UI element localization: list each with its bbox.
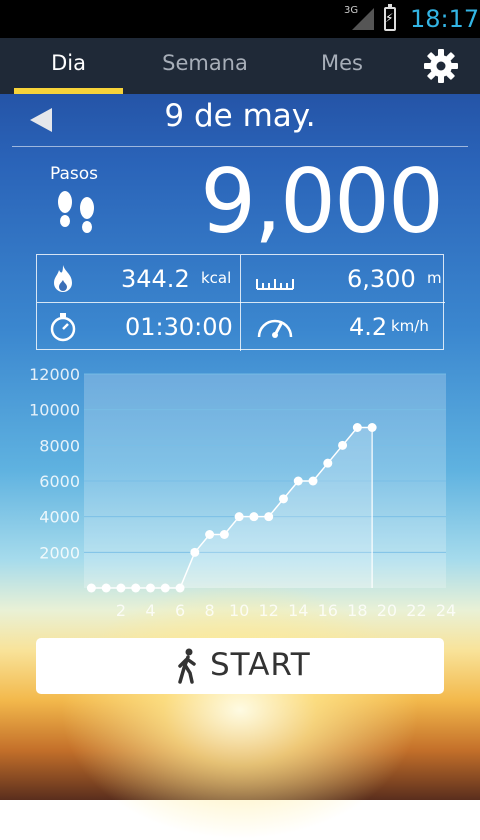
- data-point: [116, 583, 126, 593]
- data-point: [278, 494, 288, 504]
- x-tick-label: 4: [145, 601, 155, 620]
- speed-value: 4.2: [349, 313, 388, 341]
- data-point: [323, 458, 333, 468]
- distance-value: 6,300: [347, 265, 416, 293]
- y-tick-label: 2000: [39, 543, 80, 562]
- x-tick-label: 12: [259, 601, 279, 620]
- calories-cell: 344.2 kcal: [37, 255, 241, 303]
- data-point: [160, 583, 170, 593]
- date-navigator: 9 de may.: [12, 94, 468, 147]
- speed-unit: km/h: [391, 317, 429, 335]
- x-tick-label: 18: [347, 601, 367, 620]
- settings-gear-icon[interactable]: [420, 45, 462, 87]
- calories-unit: kcal: [201, 269, 232, 287]
- data-point: [101, 583, 111, 593]
- distance-unit: m: [427, 269, 442, 287]
- start-button[interactable]: START: [36, 638, 444, 694]
- x-tick-label: 24: [436, 601, 456, 620]
- tab-dia[interactable]: Dia: [14, 38, 123, 94]
- speedometer-icon: [257, 319, 293, 338]
- y-tick-label: 12000: [29, 365, 80, 384]
- data-point: [145, 583, 155, 593]
- data-point: [249, 512, 259, 522]
- battery-icon: ⚡: [384, 4, 396, 31]
- data-point: [338, 440, 348, 450]
- footprints-icon: [58, 191, 94, 233]
- tab-label: Mes: [321, 51, 363, 75]
- tab-label: Semana: [162, 51, 248, 75]
- data-point: [175, 583, 185, 593]
- data-point: [293, 476, 303, 486]
- stopwatch-icon: [50, 313, 76, 342]
- calories-value: 344.2: [121, 265, 190, 293]
- signal-icon: [352, 8, 374, 30]
- flame-icon: [54, 265, 72, 292]
- data-point: [190, 547, 200, 557]
- x-tick-label: 22: [406, 601, 426, 620]
- steps-count: 9,000: [200, 150, 444, 253]
- distance-cell: 6,300 m: [241, 255, 445, 303]
- tab-semana[interactable]: Semana: [140, 38, 270, 94]
- x-tick-label: 6: [175, 601, 185, 620]
- y-tick-label: 4000: [39, 508, 80, 527]
- status-time: 18:17: [410, 5, 480, 33]
- steps-label: Pasos: [50, 164, 99, 184]
- x-tick-label: 16: [318, 601, 338, 620]
- data-point: [131, 583, 141, 593]
- ruler-icon: [256, 279, 294, 290]
- x-tick-label: 2: [116, 601, 126, 620]
- walking-person-icon: [178, 648, 196, 684]
- data-point: [219, 530, 229, 539]
- x-tick-label: 20: [377, 601, 397, 620]
- start-label: START: [210, 647, 311, 683]
- y-tick-label: 8000: [39, 436, 80, 455]
- data-point: [352, 423, 362, 432]
- tab-bar: Dia Semana Mes: [0, 38, 480, 94]
- stats-grid: 344.2 kcal 6,300 m 01:30:00 4.2 km/h: [36, 254, 445, 351]
- duration-value: 01:30:00: [125, 313, 233, 341]
- current-date: 9 de may.: [164, 98, 316, 134]
- x-tick-label: 10: [229, 601, 249, 620]
- data-point: [205, 530, 215, 539]
- data-point: [86, 583, 96, 593]
- steps-chart: 2000 4000 6000 8000 10000 12000 2 4 6 8 10 12 14 16 18…: [29, 365, 456, 620]
- x-tick-label: 8: [204, 601, 214, 620]
- data-point: [264, 512, 274, 522]
- y-tick-label: 10000: [29, 401, 80, 420]
- tab-mes[interactable]: Mes: [290, 38, 394, 94]
- data-point: [234, 512, 244, 522]
- y-tick-label: 6000: [39, 472, 80, 491]
- data-point: [367, 423, 377, 432]
- speed-cell: 4.2 km/h: [241, 303, 445, 351]
- status-bar: 3G ⚡ 18:17: [0, 0, 480, 38]
- duration-cell: 01:30:00: [37, 303, 241, 351]
- data-point: [308, 476, 318, 486]
- tab-label: Dia: [51, 51, 86, 75]
- x-tick-label: 14: [288, 601, 308, 620]
